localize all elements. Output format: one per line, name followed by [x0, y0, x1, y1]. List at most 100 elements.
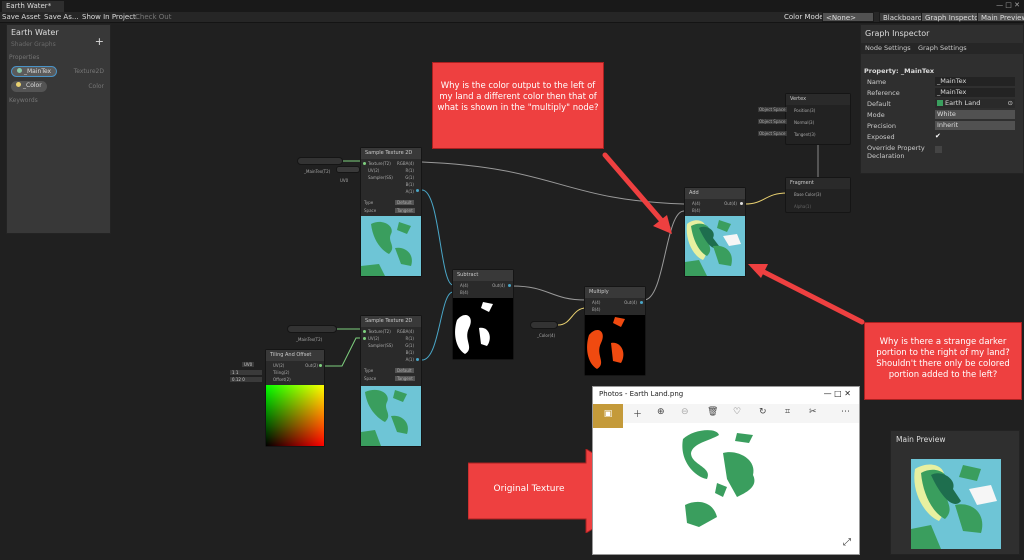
output-port-label: B(1)	[405, 182, 414, 187]
texture-preview	[361, 216, 421, 276]
node-title: Fragment	[786, 178, 850, 189]
subtract-node[interactable]: Subtract A(4) B(4) Out(4)	[452, 269, 514, 360]
more-icon[interactable]: ⋯	[841, 407, 850, 417]
output-port[interactable]	[416, 358, 419, 361]
object-space-field[interactable]: Object Space	[758, 107, 787, 112]
subtract-preview	[453, 298, 513, 359]
offset-field[interactable]: 0.12 0	[230, 377, 262, 382]
node-title: Sample Texture 2D	[361, 316, 421, 327]
space-label: Space	[364, 208, 377, 213]
annotation-dark-portion-question: Why is there a strange darker portion to…	[864, 322, 1022, 400]
output-port-label: G(1)	[405, 175, 414, 180]
zoom-out-icon[interactable]: ⊖	[681, 407, 689, 417]
output-port[interactable]	[740, 202, 743, 205]
photos-window-controls[interactable]: — □ ✕	[824, 389, 851, 398]
uv-gradient-preview	[266, 385, 324, 446]
color-property-node[interactable]: _Color(4)	[530, 321, 558, 338]
add-preview	[685, 216, 745, 276]
edit-icon[interactable]: ✂	[809, 407, 817, 417]
type-dropdown[interactable]: Default	[395, 368, 414, 373]
node-title: Add	[685, 188, 745, 199]
input-port-label: Texture(T2)	[368, 161, 391, 166]
annotation-original-texture: Original Texture	[493, 484, 565, 494]
output-port-label: Out(4)	[724, 201, 737, 206]
sample-texture-node[interactable]: Sample Texture 2D Texture(T2) UV(2) Samp…	[360, 147, 422, 277]
output-port[interactable]	[416, 189, 419, 192]
node-title: Tiling And Offset	[266, 350, 324, 361]
input-port-label: Sampler(SS)	[368, 343, 393, 348]
vertex-block[interactable]: Vertex Position(3) Normal(3) Tangent(3)	[785, 93, 851, 145]
sample-texture-node[interactable]: Sample Texture 2D Texture(T2) UV(2) Samp…	[360, 315, 422, 447]
input-port-label: UV(2)	[273, 363, 285, 368]
tiling-field[interactable]: 1 1	[230, 370, 262, 375]
output-port[interactable]	[319, 364, 322, 367]
photos-window[interactable]: Photos - Earth Land.png — □ ✕ ▣ ＋ ⊕ ⊖ 🗑 …	[592, 386, 860, 555]
delete-icon[interactable]: 🗑	[707, 407, 718, 417]
image-icon[interactable]: ▣	[593, 404, 623, 428]
crop-icon[interactable]: ⌗	[785, 407, 790, 417]
uv-input-node[interactable]: UV0	[336, 166, 360, 183]
input-port-label: Sampler(SS)	[368, 175, 393, 180]
space-dropdown[interactable]: Tangent	[395, 376, 415, 381]
multiply-preview	[585, 315, 645, 375]
input-port-label: Tiling(2)	[273, 370, 290, 375]
input-port-label: Texture(T2)	[368, 329, 391, 334]
output-port-label: G(1)	[405, 343, 414, 348]
output-port-label: Out(2)	[305, 363, 318, 368]
input-port-label: B(4)	[692, 208, 701, 213]
input-port[interactable]	[363, 337, 366, 340]
input-port-label: Offset(2)	[273, 377, 291, 382]
output-port-label: RGBA(4)	[396, 161, 414, 166]
input-port-label: A(4)	[692, 201, 701, 206]
add-icon[interactable]: ＋	[633, 407, 642, 420]
fragment-block[interactable]: Fragment Base Color(3) Alpha(1)	[785, 177, 851, 213]
output-port-label: A(1)	[405, 189, 414, 194]
object-space-field[interactable]: Object Space	[758, 131, 787, 136]
input-port-label: UV(2)	[368, 336, 380, 341]
texture-preview	[361, 386, 421, 446]
fullscreen-icon[interactable]: ⤢	[843, 537, 851, 548]
type-label: Type	[364, 368, 374, 373]
output-port-label: Out(4)	[492, 283, 505, 288]
input-port[interactable]	[363, 330, 366, 333]
input-port-label: A(4)	[592, 300, 601, 305]
add-node[interactable]: Add A(4) B(4) Out(4)	[684, 187, 746, 277]
output-port[interactable]	[640, 301, 643, 304]
output-port[interactable]	[508, 284, 511, 287]
favorite-icon[interactable]: ♡	[733, 407, 741, 417]
input-port-label: B(4)	[592, 307, 601, 312]
photos-toolbar: ▣ ＋ ⊕ ⊖ 🗑 ♡ ↻ ⌗ ✂ ⋯	[593, 404, 859, 428]
fragment-port-label: Base Color(3)	[794, 192, 822, 197]
vertex-port-label: Tangent(3)	[794, 132, 816, 137]
annotation-color-question: Why is the color output to the left of m…	[432, 62, 604, 149]
node-title: Subtract	[453, 270, 513, 281]
rotate-icon[interactable]: ↻	[759, 407, 767, 417]
input-port[interactable]	[363, 162, 366, 165]
photos-title: Photos - Earth Land.png	[599, 390, 684, 398]
space-dropdown[interactable]: Tangent	[395, 208, 415, 213]
input-port-label: B(4)	[460, 290, 469, 295]
zoom-in-icon[interactable]: ⊕	[657, 407, 665, 417]
output-port-label: A(1)	[405, 357, 414, 362]
node-title: Vertex	[786, 94, 850, 105]
main-preview-image[interactable]	[911, 459, 1001, 549]
type-label: Type	[364, 200, 374, 205]
space-label: Space	[364, 376, 377, 381]
vertex-port-label: Position(3)	[794, 108, 816, 113]
input-port-label: A(4)	[460, 283, 469, 288]
type-dropdown[interactable]: Default	[395, 200, 414, 205]
object-space-field[interactable]: Object Space	[758, 119, 787, 124]
output-port-label: RGBA(4)	[396, 329, 414, 334]
multiply-node[interactable]: Multiply A(4) B(4) Out(4)	[584, 286, 646, 376]
mouse-cursor-icon: ➤	[772, 388, 780, 398]
uv-channel-field[interactable]: UV0	[242, 362, 255, 367]
output-port-label: R(1)	[405, 336, 414, 341]
output-port-label: B(1)	[405, 350, 414, 355]
main-preview-title: Main Preview	[896, 435, 946, 444]
tiling-offset-node[interactable]: Tiling And Offset UV(2) Tiling(2) Offset…	[265, 349, 325, 447]
maintex-property-node[interactable]: _MainTex(T2)	[297, 157, 343, 174]
maintex-property-node[interactable]: _MainTex(T2)	[287, 325, 337, 342]
node-title: Multiply	[585, 287, 645, 298]
vertex-port-label: Normal(3)	[794, 120, 815, 125]
earth-land-image	[682, 430, 755, 527]
